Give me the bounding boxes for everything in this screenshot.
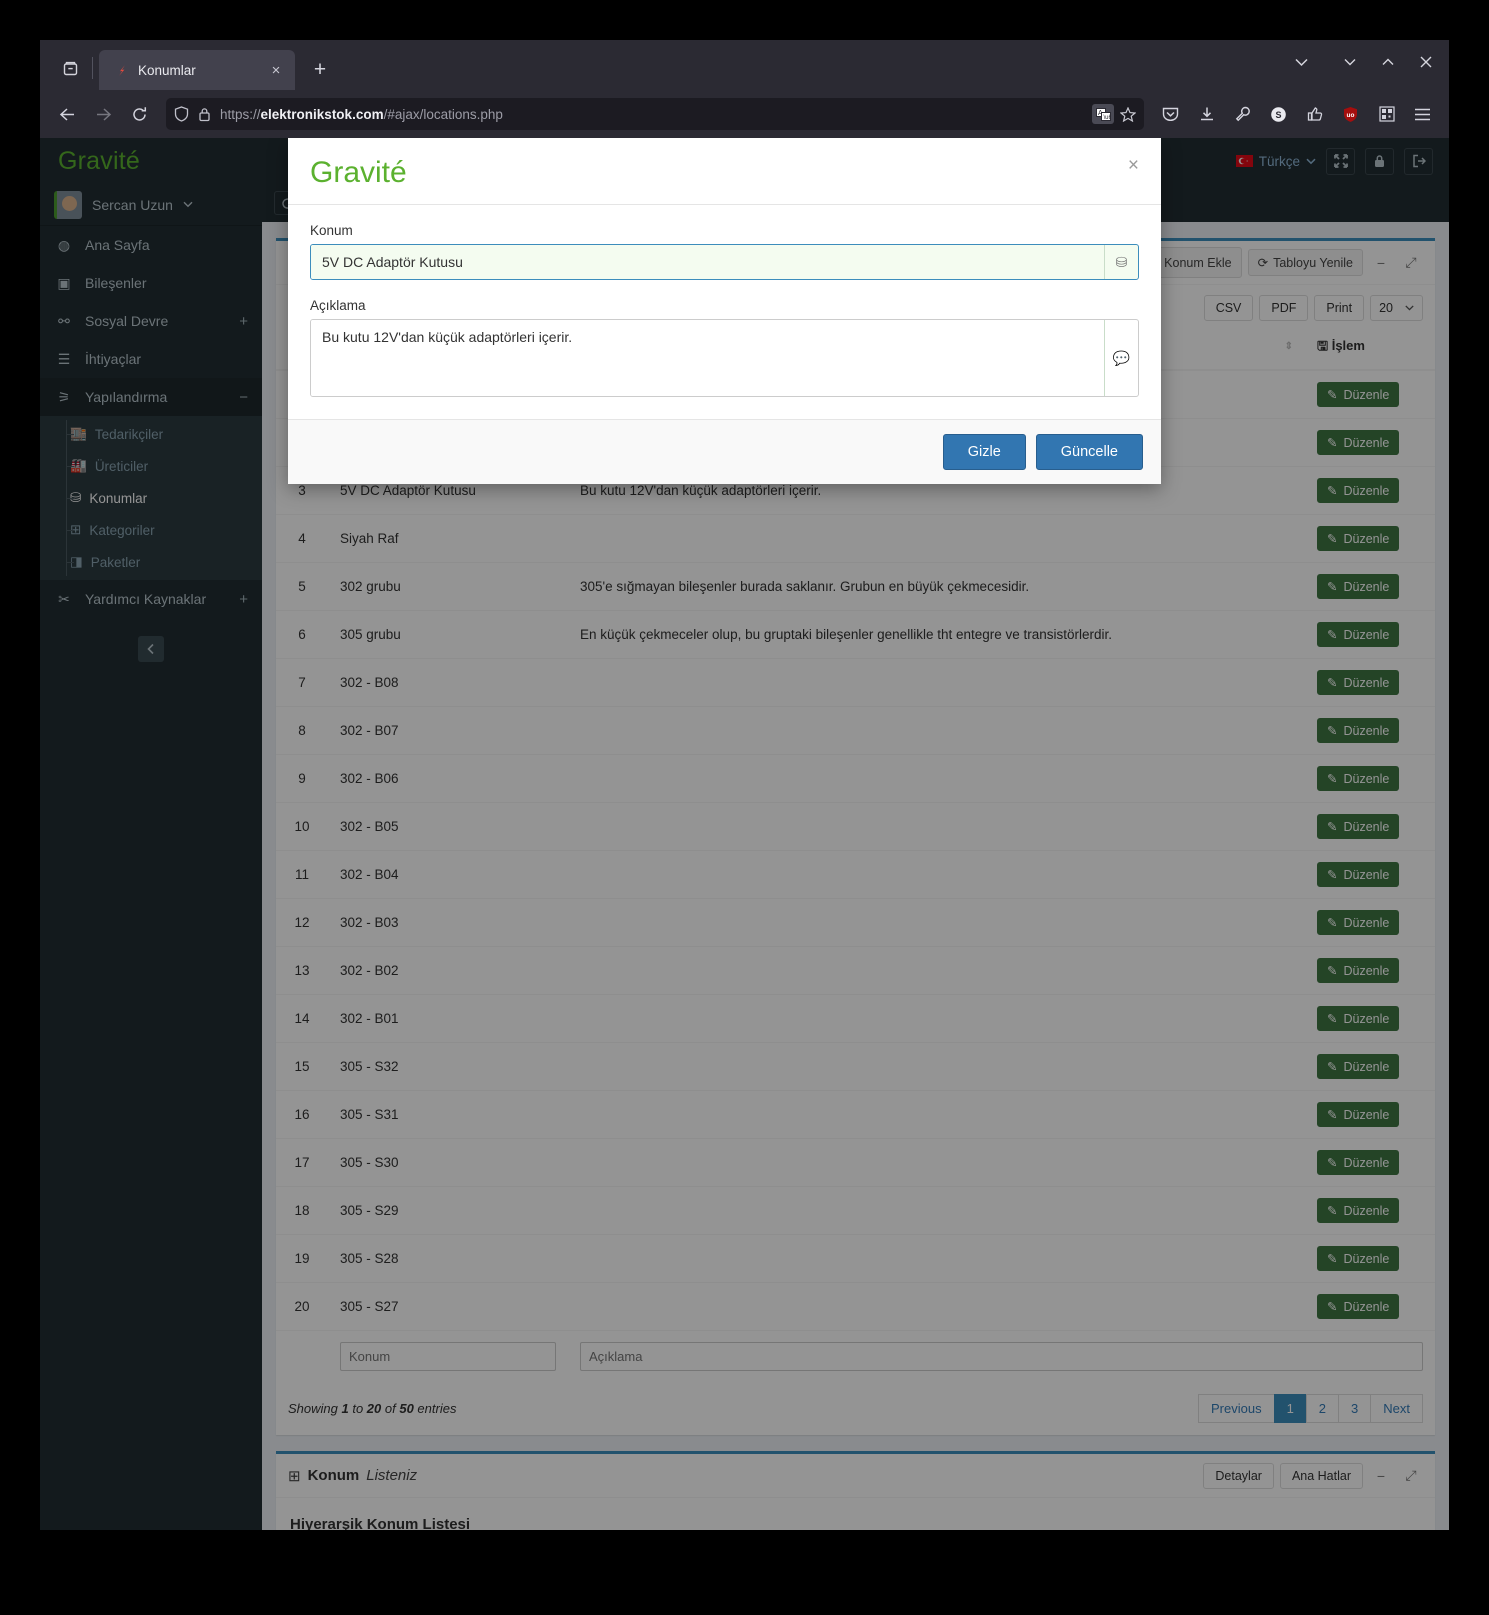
bookmark-star-icon[interactable] xyxy=(1120,106,1136,122)
svg-text:S: S xyxy=(1275,110,1281,120)
translate-icon[interactable]: A\u6587 xyxy=(1092,104,1114,124)
window-maximize-icon[interactable] xyxy=(1369,47,1407,77)
modal-close-icon[interactable]: × xyxy=(1128,156,1139,175)
lock-icon[interactable] xyxy=(198,107,211,122)
application-area: Gravité Türkçe Sercan Uzun ◍ Ana Sayfa ▣… xyxy=(40,138,1449,1530)
modal-body: Konum ⛁ Açıklama Bu kutu 12V'dan küçük a… xyxy=(288,205,1161,419)
reload-icon[interactable] xyxy=(122,98,156,130)
hamburger-menu-icon[interactable] xyxy=(1406,98,1439,130)
comment-icon: 💬 xyxy=(1104,320,1138,396)
window-controls xyxy=(1271,47,1445,77)
tab-title: Konumlar xyxy=(138,62,196,78)
forward-icon[interactable] xyxy=(86,98,120,130)
konum-field-label: Konum xyxy=(310,223,353,238)
browser-tab[interactable]: Konumlar × xyxy=(99,50,295,90)
hide-button[interactable]: Gizle xyxy=(942,434,1026,470)
qr-icon[interactable] xyxy=(1370,98,1403,130)
modal-header: Gravité × xyxy=(288,138,1161,205)
download-icon[interactable] xyxy=(1190,98,1223,130)
tab-separator xyxy=(92,57,93,79)
tab-strip: Konumlar × + xyxy=(40,40,1449,90)
firefox-view-icon[interactable] xyxy=(50,49,90,87)
window-close-icon[interactable] xyxy=(1407,47,1445,77)
aciklama-textarea[interactable]: Bu kutu 12V'dan küçük adaptörleri içerir… xyxy=(311,320,1104,396)
back-icon[interactable] xyxy=(50,98,84,130)
aciklama-field-label: Açıklama xyxy=(310,298,366,313)
browser-window: Konumlar × + https://elektronikstok.com/… xyxy=(40,40,1449,1530)
toolbar-extensions: S uo xyxy=(1154,98,1439,130)
svg-text:\u6587: \u6587 xyxy=(1103,115,1111,121)
url-bar[interactable]: https://elektronikstok.com/#ajax/locatio… xyxy=(166,98,1144,130)
modal-footer: Gizle Güncelle xyxy=(288,419,1161,484)
edit-location-modal: Gravité × Konum ⛁ Açıklama Bu kutu 12V'd… xyxy=(288,138,1161,484)
boxes-icon: ⛁ xyxy=(1104,245,1138,279)
konum-input-group: ⛁ xyxy=(310,244,1139,280)
modal-title: Gravité xyxy=(310,156,407,189)
pocket-icon[interactable] xyxy=(1154,98,1187,130)
thumbs-up-icon[interactable] xyxy=(1298,98,1331,130)
update-button[interactable]: Güncelle xyxy=(1035,434,1143,470)
tab-list-chevron-icon[interactable] xyxy=(1271,47,1331,77)
url-text: https://elektronikstok.com/#ajax/locatio… xyxy=(220,106,503,122)
new-tab-icon[interactable]: + xyxy=(303,53,337,87)
aciklama-input-group: Bu kutu 12V'dan küçük adaptörleri içerir… xyxy=(310,319,1139,397)
ublock-origin-icon[interactable]: uo xyxy=(1334,98,1367,130)
s-badge-icon[interactable]: S xyxy=(1262,98,1295,130)
svg-text:uo: uo xyxy=(1347,112,1355,119)
navigation-toolbar: https://elektronikstok.com/#ajax/locatio… xyxy=(40,90,1449,138)
shield-icon[interactable] xyxy=(174,106,189,122)
konum-input[interactable] xyxy=(311,245,1104,279)
wrench-icon[interactable] xyxy=(1226,98,1259,130)
tab-close-icon[interactable]: × xyxy=(265,59,287,81)
window-minimize-icon[interactable] xyxy=(1331,47,1369,77)
site-favicon xyxy=(113,62,129,78)
